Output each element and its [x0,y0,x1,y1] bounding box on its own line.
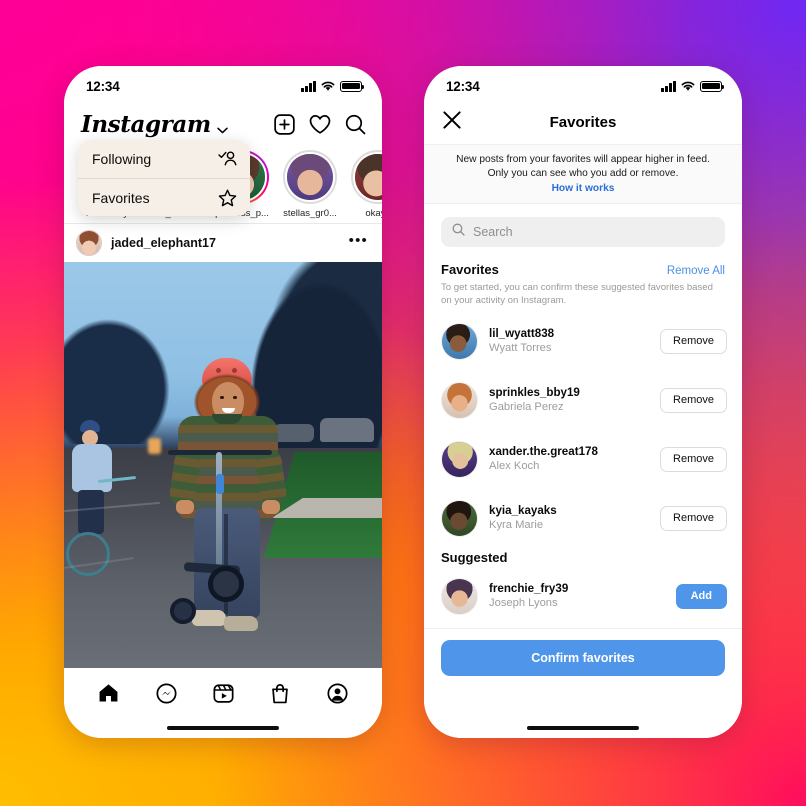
favorites-header: Favorites [424,100,742,144]
suggested-section-header: Suggested [424,548,742,565]
home-indicator-right [424,718,742,738]
phone-mockup-favorites: 12:34 Favorites New posts from your favo… [424,66,742,738]
list-item[interactable]: frenchie_fry39 Joseph Lyons Add [424,567,742,626]
story-name: okay_ [365,208,382,219]
feed-filter-dropdown: Following Favorites [78,140,250,216]
status-bar-right: 12:34 [424,66,742,100]
list-item-username: sprinkles_bby19 [489,385,580,399]
magnifier-icon[interactable] [345,114,366,135]
suggested-list: frenchie_fry39 Joseph Lyons Add [424,565,742,626]
instagram-logo-dropdown-trigger[interactable]: Instagram [81,113,228,136]
remove-button[interactable]: Remove [660,328,727,354]
story-name: stellas_gr0... [283,208,337,219]
profile-circle-icon[interactable] [327,682,348,704]
dropdown-item-favorites-label: Favorites [92,189,150,206]
instagram-wordmark: Instagram [81,110,211,138]
list-item-username: xander.the.great178 [489,444,598,458]
post-header: jaded_elephant17 ••• [64,224,382,262]
search-container: Search [424,204,742,256]
confirm-favorites-button[interactable]: Confirm favorites [441,639,725,676]
battery-full-icon [700,80,725,92]
search-placeholder: Search [473,224,513,239]
wifi-icon [321,81,335,92]
heart-icon[interactable] [309,114,331,135]
avatar [441,440,478,478]
story-avatar [285,152,335,202]
note-line-1: New posts from your favorites will appea… [456,154,710,165]
search-input[interactable]: Search [441,216,725,247]
plus-square-icon[interactable] [274,113,295,135]
search-icon [452,223,465,241]
chevron-down-icon [217,121,228,133]
favorites-list: lil_wyatt838 Wyatt Torres Remove sprinkl… [424,310,742,548]
dropdown-item-following[interactable]: Following [78,140,250,178]
wifi-icon [681,81,695,92]
list-item-username: kyia_kayaks [489,503,557,517]
status-bar-left: 12:34 [64,66,382,100]
story-item[interactable]: stellas_gr0... [278,150,342,219]
suggested-section-title: Suggested [441,549,508,565]
list-item[interactable]: lil_wyatt838 Wyatt Torres Remove [424,312,742,371]
story-ring [351,150,382,204]
cellular-signal-icon [301,80,316,92]
how-it-works-link[interactable]: How it works [442,183,724,194]
home-icon[interactable] [98,683,119,703]
phone-mockup-feed: 12:34 Instagram Following Favorites stel… [64,66,382,738]
list-item-realname: Joseph Lyons [489,597,558,610]
dropdown-item-favorites[interactable]: Favorites [78,178,250,216]
favorites-section-subtitle: To get started, you can confirm these su… [441,281,713,306]
remove-button[interactable]: Remove [660,446,727,472]
post-image[interactable] [64,262,382,668]
remove-button[interactable]: Remove [660,387,727,413]
list-item-realname: Alex Koch [489,460,540,473]
story-item[interactable]: okay_ [346,150,382,219]
status-time: 12:34 [86,78,120,94]
avatar [441,577,478,615]
reels-icon[interactable] [213,683,234,704]
star-outline-icon [218,189,237,207]
remove-button[interactable]: Remove [660,505,727,531]
post-author-username[interactable]: jaded_elephant17 [111,236,340,250]
avatar [441,499,478,537]
story-ring [283,150,337,204]
add-button[interactable]: Add [675,583,727,609]
note-line-2: Only you can see who you add or remove. [487,168,679,180]
instagram-favorites-promo-graphic: 12:34 Instagram Following Favorites stel… [0,0,806,806]
list-item[interactable]: kyia_kayaks Kyra Marie Remove [424,489,742,548]
shop-bag-icon[interactable] [270,683,290,704]
cellular-signal-icon [661,80,676,92]
close-x-icon[interactable] [442,110,462,135]
favorites-info-note: New posts from your favorites will appea… [424,144,742,204]
list-item-realname: Gabriela Perez [489,401,564,414]
avatar [441,381,478,419]
list-item-username: lil_wyatt838 [489,326,555,340]
home-indicator-left [64,718,382,738]
list-item-username: frenchie_fry39 [489,581,569,595]
list-item-realname: Kyra Marie [489,519,544,532]
list-item-realname: Wyatt Torres [489,342,552,355]
remove-all-button[interactable]: Remove All [667,265,725,277]
list-item[interactable]: sprinkles_bby19 Gabriela Perez Remove [424,371,742,430]
page-title: Favorites [549,113,617,131]
list-item[interactable]: xander.the.great178 Alex Koch Remove [424,430,742,489]
favorites-section-title: Favorites [441,261,499,277]
bottom-tab-bar[interactable] [64,668,382,718]
favorites-section-header: Favorites Remove All [424,256,742,277]
confirm-container: Confirm favorites [424,629,742,718]
messenger-icon[interactable] [156,682,177,704]
battery-full-icon [340,80,365,92]
avatar [441,322,478,360]
status-time: 12:34 [446,78,480,94]
dropdown-item-following-label: Following [92,151,152,167]
ellipsis-icon[interactable]: ••• [349,233,368,253]
post-author-avatar[interactable] [76,230,102,256]
story-avatar [353,152,382,202]
person-check-icon [218,151,237,167]
